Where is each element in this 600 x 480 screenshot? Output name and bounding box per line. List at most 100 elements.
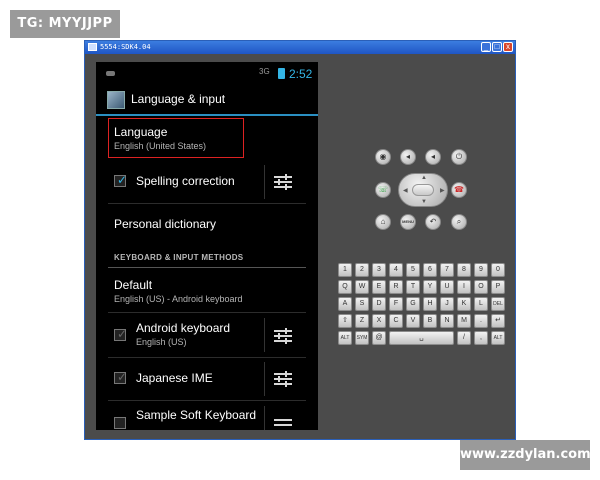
key-j[interactable]: J [440, 297, 454, 311]
search-icon[interactable]: ⌕ [451, 214, 467, 230]
key-enter[interactable]: ↵ [491, 314, 505, 328]
setting-sample-soft-keyboard[interactable]: Sample Soft Keyboard [96, 402, 318, 430]
key-del[interactable]: DEL [491, 297, 505, 311]
key-0[interactable]: 0 [491, 263, 505, 277]
key-o[interactable]: O [474, 280, 488, 294]
highlight-box [108, 118, 244, 158]
check-icon: ✓ [117, 173, 128, 187]
setting-android-keyboard[interactable]: ✓ Android keyboard English (US) [96, 314, 318, 356]
key-e[interactable]: E [372, 280, 386, 294]
divider-vertical [264, 318, 265, 352]
key-t[interactable]: T [406, 280, 420, 294]
key-7[interactable]: 7 [440, 263, 454, 277]
power-icon[interactable]: ⏻ [451, 149, 467, 165]
page-title: Language & input [131, 92, 226, 106]
watermark-tag-bottom: www.zzdylan.com [460, 440, 591, 470]
android-keyboard-checkbox[interactable]: ✓ [114, 327, 127, 341]
key-f[interactable]: F [389, 297, 403, 311]
divider [108, 312, 306, 313]
key-d[interactable]: D [372, 297, 386, 311]
key-alt-left[interactable]: ALT [338, 331, 352, 345]
settings-app-icon[interactable] [107, 91, 125, 109]
key-r[interactable]: R [389, 280, 403, 294]
dpad-right-icon[interactable]: ▶ [440, 187, 445, 194]
key-8[interactable]: 8 [457, 263, 471, 277]
call-icon[interactable]: ☏ [375, 182, 391, 198]
dpad-left-icon[interactable]: ◀ [403, 187, 408, 194]
japanese-ime-title: Japanese IME [136, 371, 213, 385]
spelling-checkbox[interactable]: ✓ [114, 173, 128, 187]
key-u[interactable]: U [440, 280, 454, 294]
key-c[interactable]: C [389, 314, 403, 328]
key-2[interactable]: 2 [355, 263, 369, 277]
key-h[interactable]: H [423, 297, 437, 311]
key-i[interactable]: I [457, 280, 471, 294]
key-y[interactable]: Y [423, 280, 437, 294]
key-at[interactable]: @ [372, 331, 386, 345]
spelling-settings-icon[interactable] [274, 174, 292, 190]
key-g[interactable]: G [406, 297, 420, 311]
key-period[interactable]: . [474, 314, 488, 328]
key-w[interactable]: W [355, 280, 369, 294]
sample-keyboard-checkbox[interactable] [114, 417, 126, 429]
volume-up-icon[interactable]: ◂ [425, 149, 441, 165]
key-p[interactable]: P [491, 280, 505, 294]
key-4[interactable]: 4 [389, 263, 403, 277]
divider-vertical [264, 362, 265, 396]
camera-icon[interactable]: ◉ [375, 149, 391, 165]
dpad[interactable]: ▲ ▼ ◀ ▶ [398, 173, 448, 207]
back-icon[interactable]: ↶ [425, 214, 441, 230]
key-space[interactable]: ␣ [389, 331, 454, 345]
japanese-ime-checkbox[interactable]: ✓ [114, 370, 127, 384]
status-time: 2:52 [289, 67, 313, 81]
dpad-center-button[interactable] [412, 184, 434, 196]
end-call-icon[interactable]: ☎ [451, 182, 467, 198]
dpad-up-icon[interactable]: ▲ [421, 175, 427, 181]
setting-japanese-ime[interactable]: ✓ Japanese IME [96, 359, 318, 399]
battery-icon [278, 68, 285, 79]
key-l[interactable]: L [474, 297, 488, 311]
sample-keyboard-settings-icon[interactable] [274, 418, 292, 430]
key-sym[interactable]: SYM [355, 331, 369, 345]
key-3[interactable]: 3 [372, 263, 386, 277]
key-m[interactable]: M [457, 314, 471, 328]
key-n[interactable]: N [440, 314, 454, 328]
default-subtitle: English (US) - Android keyboard [114, 294, 243, 304]
android-keyboard-settings-icon[interactable] [274, 328, 292, 344]
menu-button[interactable]: MENU [400, 214, 416, 230]
window-titlebar[interactable]: 5554:SDK4.04 _ □ x [85, 41, 515, 54]
divider [108, 400, 306, 401]
key-5[interactable]: 5 [406, 263, 420, 277]
setting-default-keyboard[interactable]: Default English (US) - Android keyboard [96, 272, 318, 312]
key-6[interactable]: 6 [423, 263, 437, 277]
key-q[interactable]: Q [338, 280, 352, 294]
default-title: Default [114, 278, 153, 292]
key-1[interactable]: 1 [338, 263, 352, 277]
key-alt-right[interactable]: ALT [491, 331, 505, 345]
maximize-button[interactable]: □ [492, 42, 502, 52]
japanese-ime-settings-icon[interactable] [274, 371, 292, 387]
key-k[interactable]: K [457, 297, 471, 311]
key-9[interactable]: 9 [474, 263, 488, 277]
action-bar: Language & input [96, 84, 318, 116]
key-shift[interactable]: ⇧ [338, 314, 352, 328]
key-b[interactable]: B [423, 314, 437, 328]
divider-vertical [264, 406, 265, 430]
key-z[interactable]: Z [355, 314, 369, 328]
dpad-down-icon[interactable]: ▼ [421, 199, 427, 205]
key-a[interactable]: A [338, 297, 352, 311]
android-keyboard-title: Android keyboard [136, 321, 231, 335]
section-divider [108, 267, 306, 268]
key-slash[interactable]: / [457, 331, 471, 345]
close-button[interactable]: x [503, 42, 513, 52]
app-icon [88, 43, 97, 51]
setting-personal-dictionary[interactable]: Personal dictionary [96, 204, 318, 244]
setting-spelling-correction[interactable]: ✓ Spelling correction [96, 162, 318, 202]
minimize-button[interactable]: _ [481, 42, 491, 52]
key-v[interactable]: V [406, 314, 420, 328]
key-s[interactable]: S [355, 297, 369, 311]
home-icon[interactable]: ⌂ [375, 214, 391, 230]
key-comma[interactable]: , [474, 331, 488, 345]
volume-down-icon[interactable]: ◂ [400, 149, 416, 165]
key-x[interactable]: X [372, 314, 386, 328]
